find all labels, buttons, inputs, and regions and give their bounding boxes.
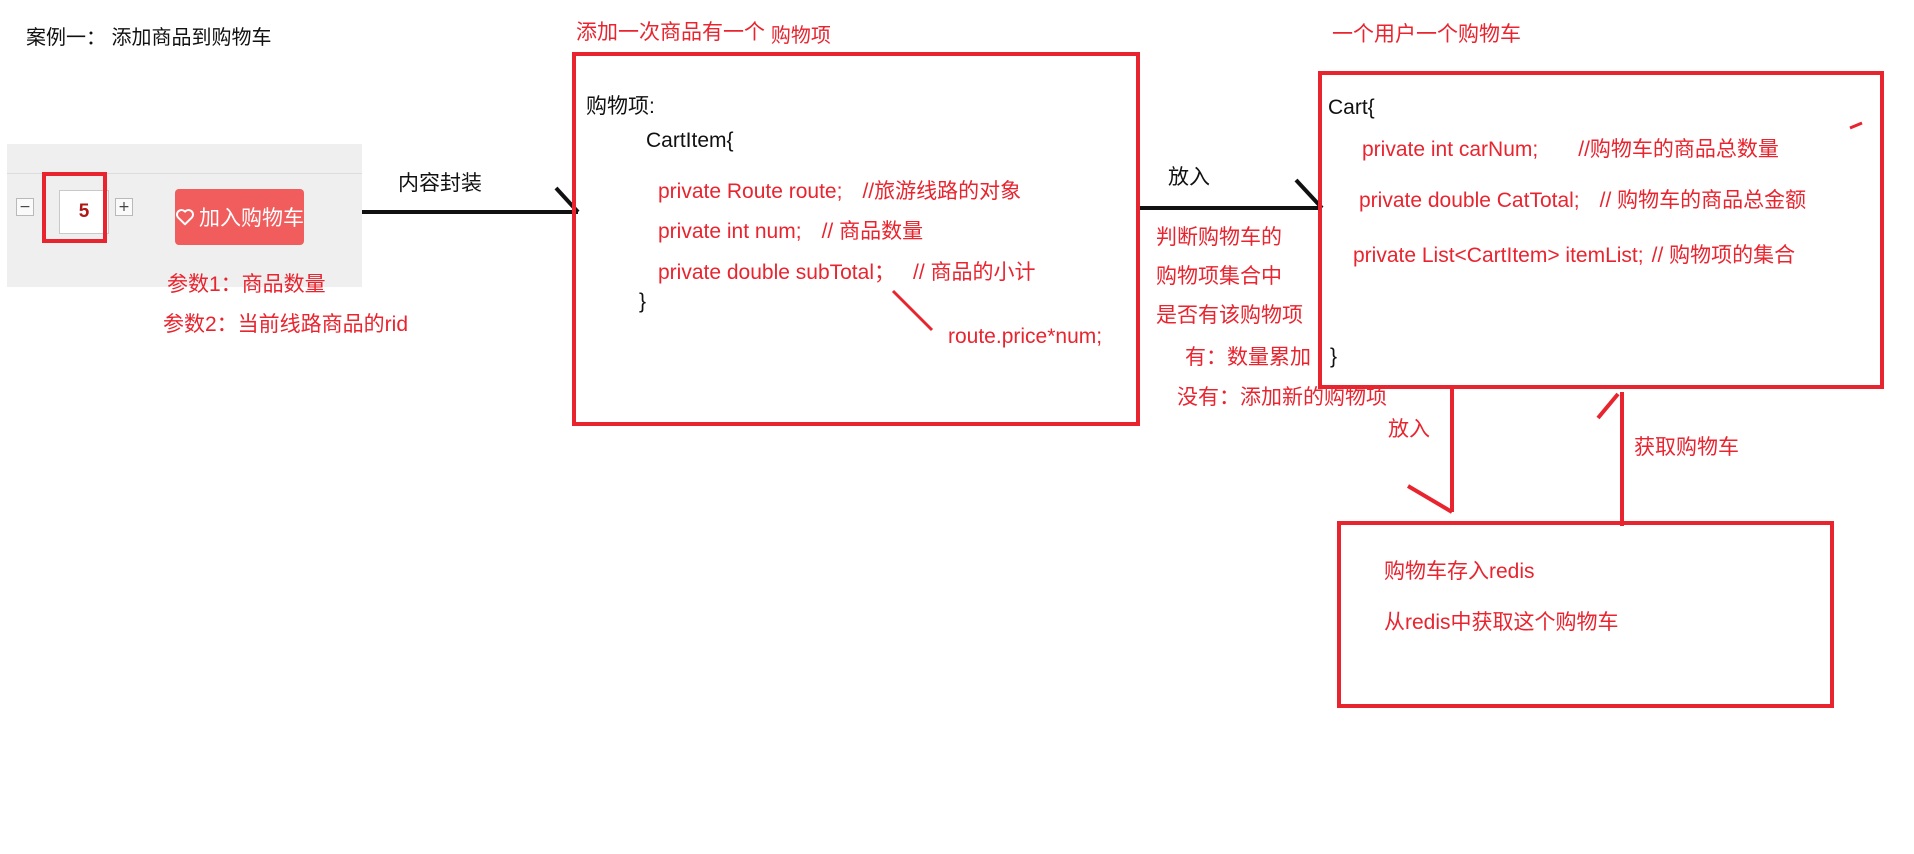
get-cart-label: 获取购物车 — [1634, 436, 1739, 459]
cart-class-open: Cart{ — [1328, 96, 1375, 119]
cart-class-close: } — [1330, 345, 1338, 368]
quantity-highlight — [42, 172, 107, 243]
cart-field-itemlist: private List<CartItem> itemList; // 购物项的集… — [1353, 245, 1795, 266]
param-1: 参数1：商品数量 — [167, 273, 326, 296]
cartitem-field-subtotal: private double subTotal； // 商品的小计 — [658, 262, 1036, 283]
page-title: 案例一： 添加商品到购物车 — [26, 27, 272, 49]
subtotal-field-code: private double subTotal； — [658, 261, 895, 284]
increase-button[interactable]: + — [115, 198, 133, 216]
carnum-field-code: private int carNum; — [1362, 138, 1539, 161]
subtotal-field-comment: // 商品的小计 — [912, 261, 1036, 284]
route-field-comment: //旅游线路的对象 — [862, 180, 1022, 203]
cartitem-field-route: private Route route; //旅游线路的对象 — [658, 181, 1021, 202]
redis-line-2: 从redis中获取这个购物车 — [1384, 611, 1619, 634]
get-cart-arrowhead — [1596, 392, 1620, 420]
itemlist-field-code: private List<CartItem> itemList; — [1353, 244, 1644, 267]
judge-line-2: 购物项集合中 — [1156, 265, 1282, 288]
put-in-redis-label: 放入 — [1388, 418, 1430, 441]
judge-line-1: 判断购物车的 — [1156, 226, 1282, 249]
cartitem-header: 添加一次商品有一个 购物项 — [576, 21, 831, 46]
cartitem-class-open: CartItem{ — [646, 129, 734, 152]
judge-line-5: 没有：添加新的购物项 — [1177, 386, 1387, 409]
cartitem-field-num: private int num; // 商品数量 — [658, 221, 923, 242]
cartitem-class-close: } — [639, 290, 647, 313]
add-to-cart-button[interactable]: 加入购物车 — [175, 189, 304, 245]
decrease-button[interactable]: − — [16, 198, 34, 216]
carnum-field-comment: //购物车的商品总数量 — [1578, 138, 1779, 161]
param-2: 参数2：当前线路商品的rid — [163, 313, 409, 336]
cattotal-field-code: private double CatTotal; — [1359, 189, 1580, 212]
cartitem-header-prefix: 添加一次商品有一个 — [576, 21, 771, 44]
redis-line-1: 购物车存入redis — [1384, 560, 1535, 583]
cart-field-cattotal: private double CatTotal; // 购物车的商品总金额 — [1359, 190, 1806, 211]
subtotal-formula: route.price*num; — [948, 325, 1103, 348]
cartitem-label: 购物项: — [586, 95, 655, 118]
cattotal-field-comment: // 购物车的商品总金额 — [1599, 189, 1807, 212]
num-field-code: private int num; — [658, 220, 802, 243]
cart-field-carnum: private int carNum; //购物车的商品总数量 — [1362, 139, 1779, 160]
heart-icon — [176, 209, 194, 226]
add-to-cart-label: 加入购物车 — [199, 207, 304, 230]
itemlist-field-comment: // 购物项的集合 — [1651, 244, 1796, 267]
cart-header: 一个用户一个购物车 — [1332, 23, 1521, 46]
cart-box — [1318, 71, 1884, 389]
put-in-label: 放入 — [1168, 166, 1210, 189]
cartitem-header-suffix: 购物项 — [770, 25, 831, 47]
num-field-comment: // 商品数量 — [821, 220, 924, 243]
put-in-redis-arrowhead — [1406, 484, 1454, 514]
judge-line-3: 是否有该购物项 — [1156, 304, 1303, 327]
route-field-code: private Route route; — [658, 180, 843, 203]
judge-line-4: 有：数量累加 — [1185, 346, 1311, 369]
encapsulate-label: 内容封装 — [398, 172, 482, 195]
